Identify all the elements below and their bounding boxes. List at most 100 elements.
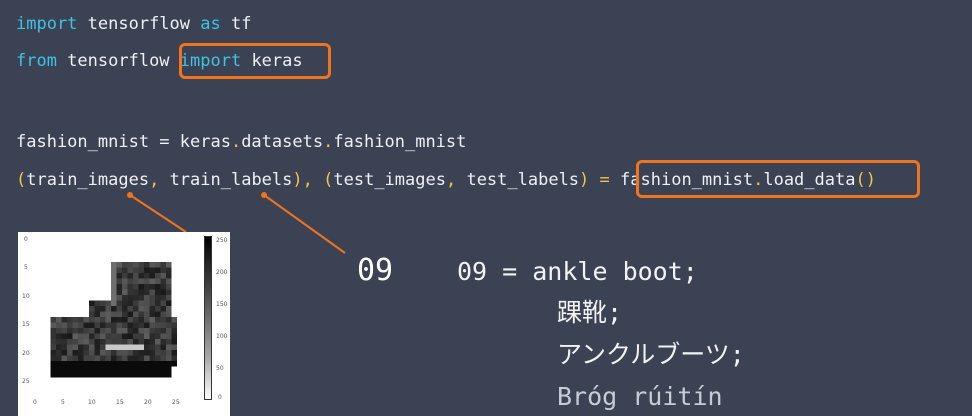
pixel [171,311,178,318]
pixel [56,350,62,356]
pixel [111,388,117,394]
pixel [72,295,79,301]
code-text: tf [220,14,252,34]
pixel [171,284,178,290]
pixel [45,361,51,367]
pixel [56,251,62,257]
pixel [122,361,128,367]
pixel [67,333,73,340]
pixel [72,311,79,318]
pixel [78,328,84,334]
pixel [116,251,123,257]
pixel [144,240,150,246]
pixel [72,306,79,312]
pixel [78,322,84,329]
pixel [144,355,150,362]
pixel [133,328,139,334]
pixel [166,388,172,394]
pixel [56,388,62,394]
pixel [50,267,57,274]
pixel [193,322,199,329]
pixel [155,350,161,356]
pixel [56,333,62,340]
pixel [166,306,172,312]
pixel [61,284,68,290]
pixel [122,383,128,389]
pixel [160,333,167,340]
pixel [155,366,161,373]
pixel [105,383,112,389]
pixel [171,267,178,274]
pixel [177,267,183,274]
pixel [193,377,199,384]
pixel [122,366,128,373]
keyword-from: from [16,51,57,71]
pixel [127,339,134,345]
pixel [122,240,128,246]
pixel [45,278,51,285]
pixel [133,262,139,268]
pixel [105,355,112,362]
pixel [100,388,106,394]
pixel [149,355,156,362]
pixel [116,344,123,351]
pixel [61,339,68,345]
pixel [155,300,161,307]
pixel [182,256,189,263]
pixel [160,240,167,246]
pixel [193,333,199,340]
pixel [182,350,189,356]
pixel [100,300,106,307]
pixel [177,306,183,312]
pixel [122,256,128,263]
pixel [50,295,57,301]
pixel [155,289,161,296]
pixel [61,295,68,301]
pixel [83,262,90,268]
pixel [160,284,167,290]
pixel [133,377,139,384]
pixel [138,284,145,290]
pixel [188,372,194,378]
pixel [138,333,145,340]
pixel [78,278,84,285]
pixel [50,289,57,296]
pixel [122,245,128,252]
code-text: test_labels [456,170,580,190]
pixel [177,300,183,307]
pixel [133,317,139,323]
pixel [182,306,189,312]
pixel [166,295,172,301]
highlight-load-data [636,160,920,198]
pixel [116,366,123,373]
pixel [67,262,73,268]
pixel [111,372,117,378]
pixel [83,311,90,318]
code-text: test_images [333,170,446,190]
pixel [193,317,199,323]
pixel [188,328,194,334]
pixel [160,383,167,389]
pixel [149,240,156,246]
pixel [94,245,101,252]
pixel [72,278,79,285]
pixel [171,295,178,301]
pixel [138,300,145,307]
pixel [138,328,145,334]
pixel [127,289,134,296]
pixel [83,306,90,312]
code-punct: . [323,132,334,152]
pixel [50,328,57,334]
colorbar-tick: 150 [216,301,228,308]
pixel [127,262,134,268]
pixel [138,350,145,356]
pixel [122,339,128,345]
pixel [166,262,172,268]
pixel [122,300,128,307]
pixel [116,361,123,367]
pixel [127,383,134,389]
pixel [160,262,167,268]
pixel [122,267,128,274]
pixel [105,245,112,252]
pixel [72,366,79,373]
